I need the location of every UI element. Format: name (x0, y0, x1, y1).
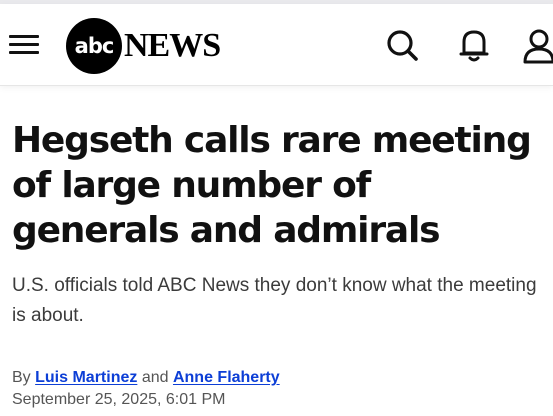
logo-wordmark: NEWS (124, 27, 221, 64)
byline-join: and (141, 369, 169, 386)
article-subhead: U.S. officials told ABC News they don’t … (12, 275, 537, 326)
publish-timestamp: September 25, 2025, 6:01 PM (12, 391, 226, 408)
bell-icon[interactable] (456, 26, 492, 66)
article-header: Hegseth calls rare meeting of large numb… (12, 118, 542, 409)
search-icon[interactable] (385, 26, 421, 66)
abc-news-logo[interactable]: abc NEWS (66, 18, 221, 74)
author-link-anne-flaherty[interactable]: Anne Flaherty (173, 369, 280, 386)
logo-mark: abc (66, 18, 122, 74)
hamburger-menu-icon[interactable] (9, 33, 39, 57)
site-header: abc NEWS (0, 4, 553, 86)
byline: By Luis Martinez and Anne Flaherty (12, 369, 542, 387)
user-icon[interactable] (521, 26, 553, 66)
author-link-luis-martinez[interactable]: Luis Martinez (35, 369, 137, 386)
article-headline: Hegseth calls rare meeting of large numb… (12, 120, 532, 251)
byline-prefix: By (12, 369, 31, 386)
